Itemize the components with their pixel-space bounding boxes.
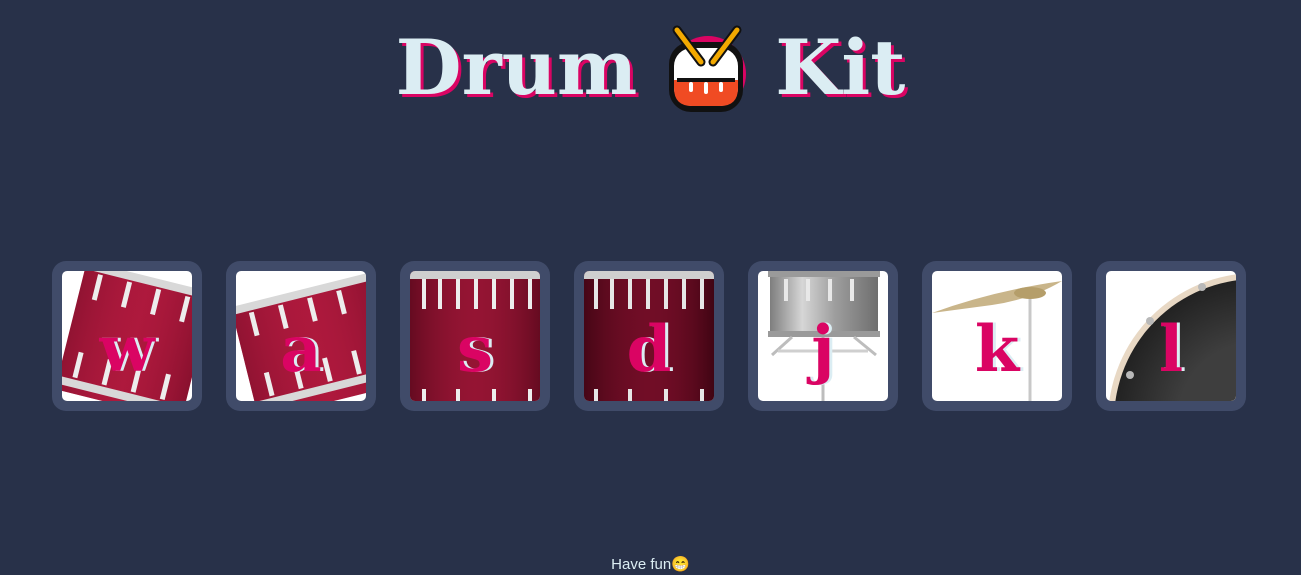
drum-button-k[interactable]: k [922, 261, 1072, 411]
drum-key-label: w [99, 312, 155, 387]
drum-logo-icon [663, 22, 751, 114]
title-drum-text: Drum [395, 23, 638, 112]
drum-image: s [410, 271, 540, 401]
drum-button-s[interactable]: s [400, 261, 550, 411]
drum-key-label: l [1158, 312, 1184, 387]
drum-key-label: d [626, 312, 672, 387]
drum-key-label: s [456, 312, 494, 387]
drum-button-d[interactable]: d [574, 261, 724, 411]
drum-button-l[interactable]: l [1096, 261, 1246, 411]
drum-button-j[interactable]: j [748, 261, 898, 411]
drum-key-label: k [974, 312, 1020, 387]
drum-key-label: a [280, 312, 322, 387]
drum-image: l [1106, 271, 1236, 401]
drum-button-w[interactable]: w [52, 261, 202, 411]
page-title: Drum Kit [0, 22, 1301, 114]
drum-image: j [758, 271, 888, 401]
footer-text: Have fun😁 [611, 556, 690, 573]
drum-button-a[interactable]: a [226, 261, 376, 411]
drum-image: k [932, 271, 1062, 401]
drum-key-label: j [811, 312, 835, 387]
drum-image: w [62, 271, 192, 401]
title-kit-text: Kit [775, 23, 906, 112]
drum-image: a [236, 271, 366, 401]
drum-set: w a s d j k l [52, 261, 1246, 411]
drum-image: d [584, 271, 714, 401]
